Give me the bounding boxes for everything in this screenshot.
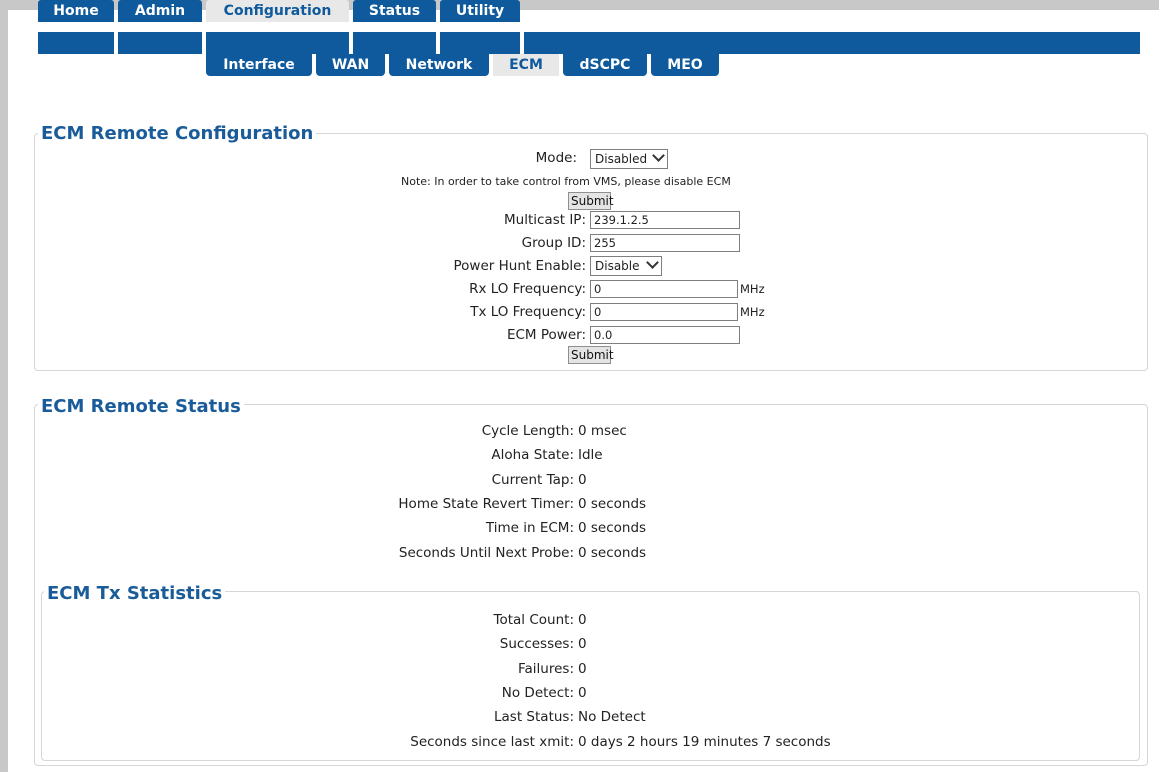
tx-stat-value: 0: [578, 684, 587, 701]
status-row: Aloha State: Idle: [0, 444, 1159, 466]
subtab-network[interactable]: Network: [389, 54, 489, 76]
ecm-note-text: Note: In order to take control from VMS,…: [401, 175, 731, 188]
mode-label: Mode:: [535, 150, 577, 166]
tx-stat-value: 0: [578, 612, 587, 628]
chevron-down-icon: [652, 149, 665, 162]
tx-stat-value: 0 days 2 hours 19 minutes 7 seconds: [578, 733, 831, 750]
ecm-remote-status-title: ECM Remote Status: [38, 396, 244, 418]
mode-select[interactable]: Disabled: [590, 149, 668, 169]
tx-stat-label: Total Count:: [493, 612, 574, 628]
tab-status[interactable]: Status: [353, 0, 436, 22]
group-id-label: Group ID:: [521, 235, 586, 251]
ecm-power-label: ECM Power:: [506, 327, 586, 343]
tx-stat-label: Failures:: [518, 660, 574, 677]
status-value: 0 seconds: [578, 520, 647, 537]
rx-lo-label: Rx LO Frequency:: [469, 281, 586, 297]
ecm-power-row: ECM Power:: [0, 324, 586, 346]
tx-stat-row: Seconds since last xmit: 0 days 2 hours 1…: [0, 731, 1159, 753]
power-hunt-row: Power Hunt Enable:: [0, 255, 587, 277]
ecm-power-input[interactable]: 0.0: [590, 326, 740, 344]
status-label: Aloha State:: [491, 447, 574, 464]
rx-lo-input[interactable]: 0: [590, 280, 738, 298]
tx-stat-label: Last Status:: [494, 709, 574, 726]
tx-stat-label: Seconds since last xmit:: [410, 733, 574, 750]
mode-select-value: Disabled: [595, 152, 648, 166]
tx-stat-row: Successes: 0: [0, 633, 1159, 655]
tab-configuration[interactable]: Configuration: [206, 0, 349, 22]
submit-config-button[interactable]: Submit: [568, 346, 614, 364]
status-label: Time in ECM:: [485, 520, 574, 537]
tab-separator: [202, 32, 206, 54]
power-hunt-select-value: Disable: [595, 259, 640, 273]
status-value: 0 seconds: [578, 495, 647, 512]
tab-home[interactable]: Home: [38, 0, 114, 22]
status-row: Time in ECM: 0 seconds: [0, 517, 1159, 539]
window-left-frame: [0, 0, 8, 772]
tx-lo-input[interactable]: 0: [590, 303, 738, 321]
multicast-ip-label: Multicast IP:: [504, 212, 586, 228]
tx-stat-value: 0: [578, 636, 587, 653]
tx-stat-label: Successes:: [499, 636, 574, 653]
group-id-input[interactable]: 255: [590, 234, 740, 252]
status-value: Idle: [578, 447, 603, 464]
subtab-meo[interactable]: MEO: [651, 54, 719, 76]
rx-lo-row: Rx LO Frequency:: [0, 278, 586, 300]
tx-stat-row: Last Status: No Detect: [0, 706, 1159, 728]
subtab-wan[interactable]: WAN: [316, 54, 385, 76]
tx-stat-value: No Detect: [578, 709, 646, 726]
tx-stat-value: 0: [578, 660, 587, 677]
tx-lo-label: Tx LO Frequency:: [470, 304, 586, 320]
status-row: Current Tap: 0: [0, 469, 1159, 491]
rx-lo-unit: MHz: [740, 282, 765, 296]
status-row: Cycle Length: 0 msec: [0, 420, 1159, 442]
power-hunt-label: Power Hunt Enable:: [453, 258, 587, 274]
ecm-tx-statistics-title: ECM Tx Statistics: [44, 583, 226, 605]
power-hunt-select[interactable]: Disable: [590, 256, 662, 276]
tab-admin[interactable]: Admin: [118, 0, 202, 22]
subtab-interface[interactable]: Interface: [206, 54, 312, 76]
tab-separator: [436, 32, 440, 54]
status-value: 0 seconds: [578, 544, 647, 561]
tx-stat-row: Total Count: 0: [0, 609, 1159, 631]
subtab-ecm[interactable]: ECM: [493, 54, 559, 76]
chevron-down-icon: [646, 256, 659, 269]
status-row: Home State Revert Timer: 0 seconds: [0, 493, 1159, 515]
ecm-remote-configuration-title: ECM Remote Configuration: [38, 123, 317, 145]
tx-lo-row: Tx LO Frequency:: [0, 301, 586, 323]
tx-lo-unit: MHz: [740, 305, 765, 319]
tx-stat-label: No Detect:: [501, 684, 574, 701]
tx-stat-row: No Detect: 0: [0, 682, 1159, 704]
status-row: Seconds Until Next Probe: 0 seconds: [0, 542, 1159, 564]
status-value: 0: [578, 471, 587, 488]
group-id-row: Group ID:: [0, 232, 586, 254]
tab-utility[interactable]: Utility: [440, 0, 520, 22]
multicast-ip-row: Multicast IP:: [0, 209, 586, 231]
status-label: Cycle Length:: [481, 423, 574, 439]
status-label: Home State Revert Timer:: [398, 495, 574, 512]
tab-separator: [114, 32, 118, 54]
multicast-ip-input[interactable]: 239.1.2.5: [590, 211, 740, 229]
subtab-dscpc[interactable]: dSCPC: [563, 54, 647, 76]
tab-separator: [520, 32, 524, 54]
submit-mode-button[interactable]: Submit: [568, 192, 614, 210]
status-value: 0 msec: [578, 423, 627, 439]
tab-separator: [349, 32, 353, 54]
status-label: Current Tap:: [491, 471, 574, 488]
tx-stat-row: Failures: 0: [0, 658, 1159, 680]
status-label: Seconds Until Next Probe:: [398, 544, 574, 561]
